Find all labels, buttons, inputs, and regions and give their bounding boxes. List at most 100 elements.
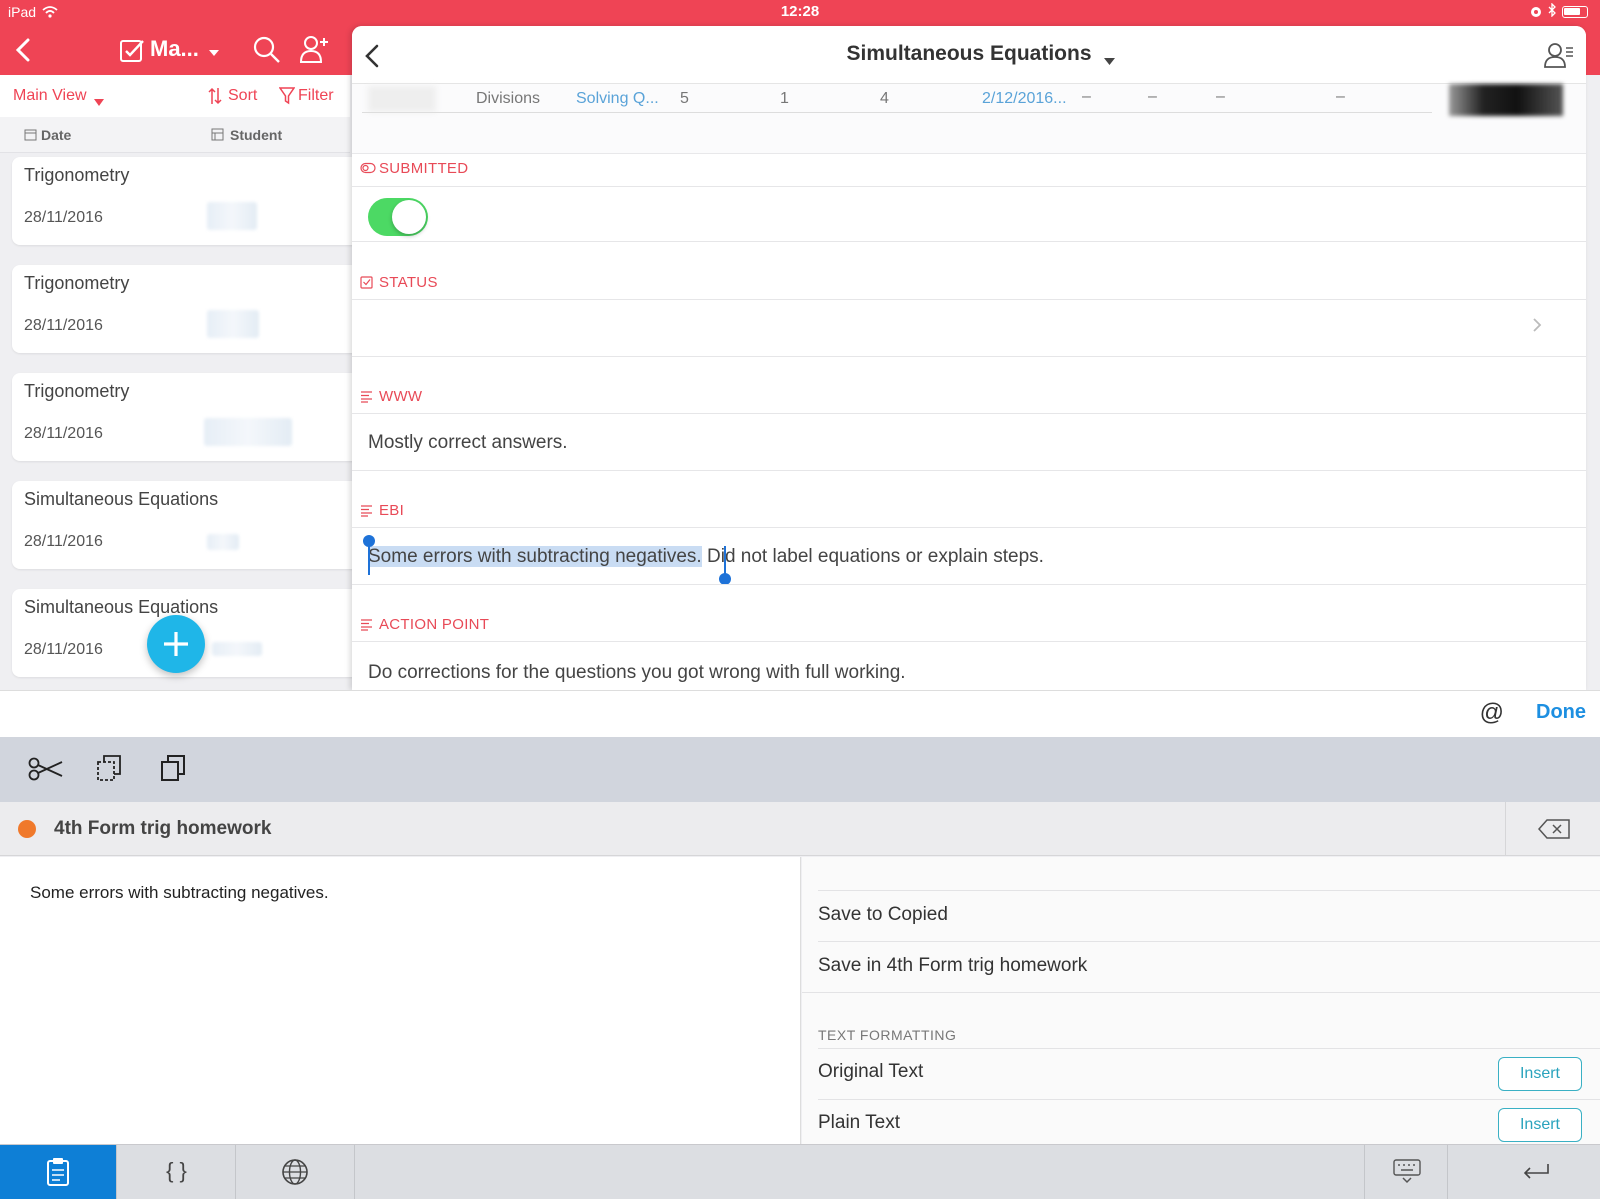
text-column-icon bbox=[211, 128, 224, 146]
search-icon[interactable] bbox=[253, 36, 281, 69]
date-column-icon bbox=[24, 128, 37, 146]
redacted-student bbox=[207, 310, 259, 338]
www-value[interactable]: Mostly correct answers. bbox=[368, 432, 568, 454]
column-header-row: Date Student bbox=[0, 117, 350, 153]
bluetooth-icon bbox=[1548, 2, 1556, 22]
date-column-header[interactable]: Date bbox=[41, 127, 71, 143]
ebi-text-editor[interactable]: Some errors with subtracting negatives. … bbox=[368, 546, 1044, 568]
divider bbox=[352, 299, 1586, 300]
record-title: Trigonometry bbox=[24, 273, 130, 293]
clipboard-tab[interactable] bbox=[0, 1145, 117, 1199]
plus-icon bbox=[164, 632, 188, 656]
chevron-right-icon[interactable] bbox=[1532, 317, 1542, 338]
clipboard-toolbar bbox=[0, 737, 1600, 802]
add-user-icon[interactable] bbox=[299, 34, 331, 69]
empty-dash: – bbox=[1336, 88, 1345, 105]
text-field-icon bbox=[360, 390, 373, 408]
return-key[interactable] bbox=[1448, 1145, 1600, 1199]
done-button[interactable]: Done bbox=[1536, 701, 1586, 724]
snippets-tab[interactable]: { } bbox=[117, 1145, 236, 1199]
filter-button[interactable]: Filter bbox=[298, 87, 334, 105]
dismiss-keyboard-button[interactable] bbox=[1364, 1145, 1448, 1199]
divider bbox=[352, 186, 1586, 187]
paste-icon[interactable] bbox=[160, 754, 186, 787]
record-card[interactable]: Simultaneous Equations 28/11/2016 bbox=[12, 481, 372, 569]
divider bbox=[352, 470, 1586, 471]
insert-plain-button[interactable]: Insert bbox=[1498, 1108, 1582, 1142]
unselected-text[interactable]: Did not label equations or explain steps… bbox=[702, 546, 1044, 567]
empty-dash: – bbox=[1082, 88, 1091, 105]
divider bbox=[802, 992, 1600, 993]
clipboard-text[interactable]: Some errors with subtracting negatives. bbox=[30, 883, 329, 903]
view-selector[interactable]: Main View bbox=[13, 87, 87, 105]
table-title[interactable]: Ma... bbox=[150, 36, 199, 62]
detail-header: Simultaneous Equations bbox=[352, 26, 1586, 84]
submitted-label: SUBMITTED bbox=[379, 160, 469, 177]
sort-icon[interactable] bbox=[208, 87, 222, 110]
linked-date[interactable]: 2/12/2016... bbox=[982, 90, 1067, 108]
linked-record-row[interactable]: Divisions Solving Q... 5 1 4 2/12/2016..… bbox=[352, 84, 1586, 154]
selection-start-knob[interactable] bbox=[363, 535, 375, 547]
add-record-button[interactable] bbox=[147, 615, 205, 673]
record-date: 28/11/2016 bbox=[24, 209, 103, 226]
divider bbox=[352, 241, 1586, 242]
submitted-toggle[interactable] bbox=[368, 198, 428, 236]
divider bbox=[818, 1099, 1600, 1100]
selected-text[interactable]: Some errors with subtracting negatives. bbox=[368, 546, 702, 567]
backspace-icon bbox=[1538, 819, 1570, 839]
linked-value: 1 bbox=[780, 90, 789, 107]
row-underline bbox=[362, 112, 1432, 113]
save-to-copied-action[interactable]: Save to Copied bbox=[818, 904, 948, 926]
action-point-value[interactable]: Do corrections for the questions you got… bbox=[368, 662, 906, 684]
clipboard-preview: Some errors with subtracting negatives. bbox=[0, 857, 801, 1144]
copy-icon[interactable] bbox=[96, 754, 122, 787]
empty-dash: – bbox=[1216, 88, 1225, 105]
divider bbox=[352, 584, 1586, 585]
checkbox-field-icon bbox=[360, 276, 373, 294]
linked-topic[interactable]: Solving Q... bbox=[576, 90, 659, 108]
student-column-header[interactable]: Student bbox=[230, 127, 282, 143]
back-button[interactable] bbox=[14, 38, 32, 67]
record-date: 28/11/2016 bbox=[24, 425, 103, 442]
caret-down-icon[interactable] bbox=[94, 93, 104, 111]
record-date: 28/11/2016 bbox=[24, 317, 103, 334]
ebi-label: EBI bbox=[379, 502, 405, 519]
caret-down-icon[interactable] bbox=[208, 44, 220, 62]
empty-dash: – bbox=[1148, 88, 1157, 105]
save-in-list-action[interactable]: Save in 4th Form trig homework bbox=[818, 955, 1087, 977]
divider bbox=[352, 641, 1586, 642]
scissors-icon[interactable] bbox=[28, 757, 64, 786]
selection-start-handle[interactable] bbox=[368, 543, 370, 575]
keyboard-switch-tab[interactable] bbox=[236, 1145, 355, 1199]
original-text-option: Original Text bbox=[818, 1061, 924, 1082]
collaborators-icon[interactable] bbox=[1544, 42, 1574, 73]
record-date: 28/11/2016 bbox=[24, 641, 103, 658]
keyboard-accessory-bar: @ Done bbox=[0, 690, 1600, 737]
delete-key[interactable] bbox=[1505, 802, 1600, 856]
text-field-icon bbox=[360, 504, 373, 522]
filter-icon[interactable] bbox=[278, 87, 296, 110]
divider bbox=[352, 527, 1586, 528]
sort-button[interactable]: Sort bbox=[228, 87, 257, 105]
linked-divisions: Divisions bbox=[476, 90, 541, 107]
divider bbox=[818, 1048, 1600, 1049]
caret-down-icon[interactable] bbox=[1104, 52, 1115, 70]
clipboard-list-name[interactable]: 4th Form trig homework bbox=[54, 818, 271, 840]
linked-value: 4 bbox=[880, 90, 889, 107]
insert-original-button[interactable]: Insert bbox=[1498, 1057, 1582, 1091]
redacted-student bbox=[204, 418, 292, 446]
globe-icon bbox=[282, 1159, 308, 1185]
record-card[interactable]: Trigonometry 28/11/2016 bbox=[12, 373, 372, 461]
record-card[interactable]: Trigonometry 28/11/2016 bbox=[12, 157, 372, 245]
plain-text-option: Plain Text bbox=[818, 1112, 901, 1133]
text-formatting-header: TEXT FORMATTING bbox=[818, 1027, 957, 1043]
redacted-cell bbox=[368, 86, 436, 112]
action-point-label: ACTION POINT bbox=[379, 616, 490, 633]
redacted-student bbox=[207, 534, 239, 550]
text-field-icon bbox=[360, 618, 373, 636]
mention-button[interactable]: @ bbox=[1480, 699, 1504, 727]
record-card[interactable]: Trigonometry 28/11/2016 bbox=[12, 265, 372, 353]
detail-title[interactable]: Simultaneous Equations bbox=[352, 42, 1586, 66]
clipboard-list-header[interactable]: 4th Form trig homework bbox=[0, 802, 1600, 856]
record-detail-panel: Simultaneous Equations Divisions Solving… bbox=[352, 26, 1586, 690]
